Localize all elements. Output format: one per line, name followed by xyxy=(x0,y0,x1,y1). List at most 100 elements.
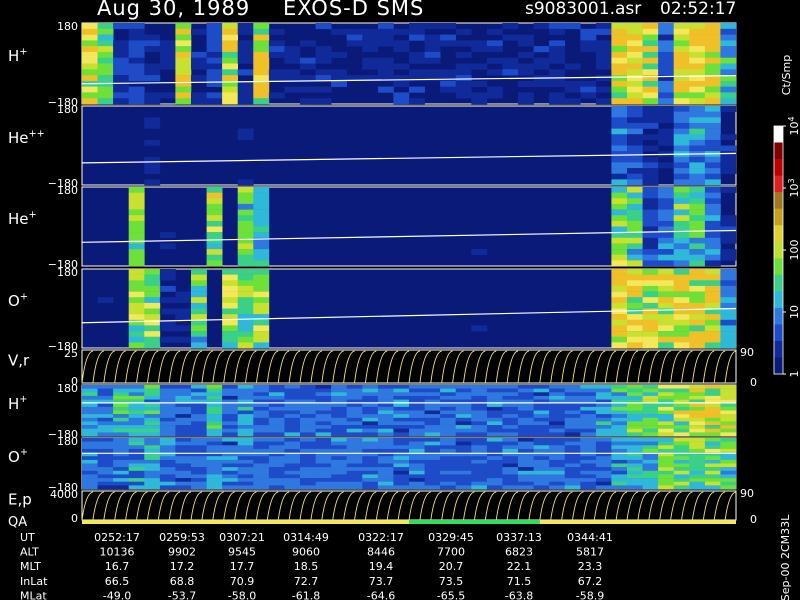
spectrogram-cell xyxy=(642,187,659,193)
footer-value: 0307:21 xyxy=(219,531,265,544)
spectrogram-cell xyxy=(627,441,643,446)
spectrogram-cell xyxy=(206,421,223,426)
spectrogram-cell xyxy=(82,463,98,468)
spectrogram-cell xyxy=(128,421,145,426)
spectrogram-cell xyxy=(689,269,706,275)
spectrogram-cell xyxy=(673,128,690,135)
spectrogram-cell xyxy=(642,249,659,255)
spectrogram-cell xyxy=(502,403,519,408)
spectrogram-cell xyxy=(658,421,674,426)
spectrogram-cell xyxy=(268,385,285,389)
spectrogram-cell xyxy=(113,474,129,479)
spectrogram-cell xyxy=(502,63,519,70)
spectrogram-cell xyxy=(113,40,129,47)
spectrogram-cell xyxy=(720,69,737,76)
spectrogram-cell xyxy=(642,319,659,326)
spectrogram-cell xyxy=(564,432,581,437)
spectrogram-cell xyxy=(222,406,238,411)
spectrogram-cell xyxy=(518,417,534,422)
spectrogram-cell xyxy=(191,459,207,464)
spectrogram-cell xyxy=(642,106,659,112)
spectrogram-cell xyxy=(128,481,145,486)
spectrogram-cell xyxy=(237,441,254,446)
spectrogram-cell xyxy=(611,86,628,93)
spectrogram-cell xyxy=(222,302,238,309)
spectrogram-cell xyxy=(253,417,270,422)
spectrogram-cell xyxy=(720,441,737,446)
spectrogram-cell xyxy=(720,331,737,337)
spectrogram-cell xyxy=(689,285,706,292)
spectrogram-cell xyxy=(191,478,207,482)
spectrogram-cell xyxy=(471,459,488,464)
spectrogram-cell xyxy=(222,385,238,389)
spectrogram-cell xyxy=(191,51,207,58)
footer-value: 17.2 xyxy=(170,560,195,573)
spectrogram-cell xyxy=(673,203,690,210)
spectrogram-cell xyxy=(595,86,612,93)
spectrogram-cell xyxy=(455,432,472,437)
spectrogram-cell xyxy=(331,69,347,76)
spectrogram-cell xyxy=(144,117,161,124)
spectrogram-cell xyxy=(362,46,379,53)
spectrogram-cell xyxy=(673,410,690,415)
spectrogram-cell xyxy=(268,467,285,471)
spectrogram-cell xyxy=(409,421,425,426)
spectrogram-cell xyxy=(284,478,301,482)
spectrogram-cell xyxy=(704,395,721,400)
spectrogram-cell xyxy=(518,467,534,471)
spectrogram-cell xyxy=(128,69,145,76)
spectrogram-cell xyxy=(720,57,737,64)
spectrogram-cell xyxy=(533,456,550,461)
spectrogram-cell xyxy=(253,392,270,397)
spectrogram-cell xyxy=(720,421,737,426)
spectrogram-cell xyxy=(268,478,285,482)
spectrogram-cell xyxy=(82,417,98,422)
spectrogram-cell xyxy=(409,467,425,471)
spectrogram-cell xyxy=(580,478,597,482)
spectrogram-cell xyxy=(222,445,238,450)
spectrogram-cell xyxy=(331,432,347,437)
spectrogram-cell xyxy=(471,438,488,442)
spectrogram-cell xyxy=(222,438,238,442)
colorbar-segment xyxy=(774,241,783,259)
spectrogram-cell xyxy=(159,478,176,482)
spectrogram-cell xyxy=(673,456,690,461)
spectrogram-cell xyxy=(455,63,472,70)
spectrogram-cell xyxy=(191,421,207,426)
spectrogram-cell xyxy=(486,448,503,453)
spectrogram-cell xyxy=(175,86,192,93)
spectrogram-cell xyxy=(97,63,114,70)
spectrogram-cell xyxy=(549,485,565,490)
spectrogram-cell xyxy=(191,28,207,35)
spectrogram-cell xyxy=(440,417,456,422)
spectrogram-cell xyxy=(673,314,690,320)
spectrogram-cell xyxy=(627,106,643,112)
spectrogram-cell xyxy=(595,438,612,442)
spectrogram-cell xyxy=(627,392,643,397)
spectrogram-cell xyxy=(191,470,207,475)
spectrogram-cell xyxy=(237,254,254,261)
spectrogram-cell xyxy=(97,46,114,53)
spectrogram-cell xyxy=(595,456,612,461)
panel-label-h-plus: H+ xyxy=(8,46,27,65)
spectrogram-cell xyxy=(159,46,176,53)
spectrogram-cell xyxy=(471,46,488,53)
spectrogram-cell xyxy=(627,432,643,437)
spectrogram-cell xyxy=(658,425,674,429)
spectrogram-cell xyxy=(720,392,737,397)
spectrogram-cell xyxy=(222,403,238,408)
spectrogram-cell xyxy=(533,63,550,70)
spectrogram-cell xyxy=(642,63,659,70)
spectrogram-cell xyxy=(113,406,129,411)
spectrogram-cell xyxy=(222,69,238,76)
spectrogram-cell xyxy=(486,417,503,422)
spectrogram-cell xyxy=(627,421,643,426)
spectrogram-cell xyxy=(191,441,207,446)
spectrogram-cell xyxy=(206,403,223,408)
spectrogram-cell xyxy=(673,63,690,70)
spectrogram-cell xyxy=(611,243,628,250)
spectrogram-cell xyxy=(611,198,628,205)
spectrogram-cell xyxy=(658,331,674,337)
spectrogram-cell xyxy=(222,432,238,437)
spectrogram-cell xyxy=(518,445,534,450)
